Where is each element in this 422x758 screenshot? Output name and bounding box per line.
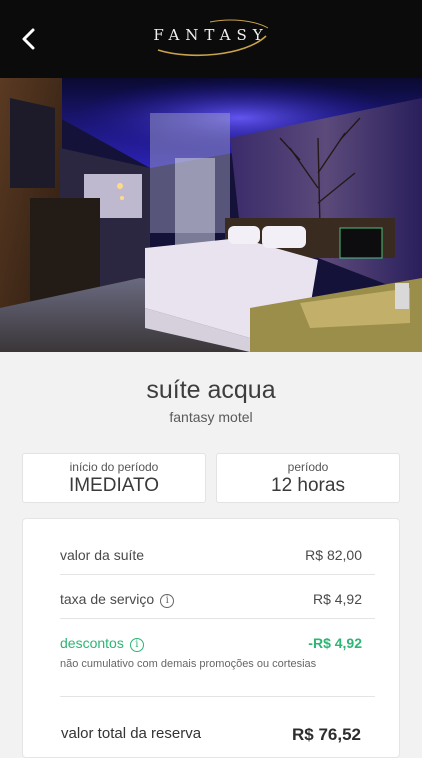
- service-fee-value: R$ 4,92: [312, 591, 362, 607]
- divider: [60, 696, 375, 697]
- fantasy-logo: FANTASY: [150, 16, 272, 60]
- suite-details: suíte acqua fantasy motel início do perí…: [0, 352, 422, 758]
- suite-price-label: valor da suíte: [60, 547, 145, 563]
- price-summary-card: valor da suíte R$ 82,00 taxa de serviço i…: [22, 518, 400, 758]
- suite-photo-carousel[interactable]: [0, 78, 422, 352]
- total-row: valor total da reserva R$ 76,52: [61, 725, 361, 744]
- period-value: 12 horas: [271, 475, 345, 496]
- app-header: FANTASY: [0, 0, 422, 78]
- period-label: período: [287, 460, 329, 474]
- service-fee-row: taxa de serviço i R$ 4,92: [60, 591, 362, 608]
- suite-photo: [0, 78, 422, 352]
- discount-value: -R$ 4,92: [308, 635, 362, 651]
- discount-label: descontos: [60, 635, 124, 651]
- start-period-value: IMEDIATO: [68, 475, 160, 496]
- suite-title: suíte acqua: [146, 376, 276, 404]
- divider: [60, 574, 375, 575]
- service-fee-label: taxa de serviço: [60, 591, 155, 607]
- suite-price-row: valor da suíte R$ 82,00: [60, 547, 362, 563]
- motel-name: fantasy motel: [169, 409, 253, 425]
- suite-price-value: R$ 82,00: [305, 547, 362, 563]
- total-value: R$ 76,52: [292, 725, 361, 744]
- logo-text: FANTASY: [153, 26, 269, 44]
- service-fee-info-icon[interactable]: i: [160, 594, 175, 608]
- discount-row: descontos i -R$ 4,92: [60, 635, 362, 652]
- discount-note: não cumulativo com demais promoções ou c…: [60, 658, 317, 670]
- period-box[interactable]: período 12 horas: [216, 453, 400, 503]
- divider: [60, 618, 375, 619]
- back-button[interactable]: [18, 26, 42, 52]
- total-label: valor total da reserva: [61, 725, 202, 742]
- discount-info-icon[interactable]: i: [129, 638, 144, 652]
- start-period-box[interactable]: início do período IMEDIATO: [22, 453, 206, 503]
- chevron-left-icon: [22, 28, 35, 50]
- start-period-label: início do período: [69, 460, 159, 474]
